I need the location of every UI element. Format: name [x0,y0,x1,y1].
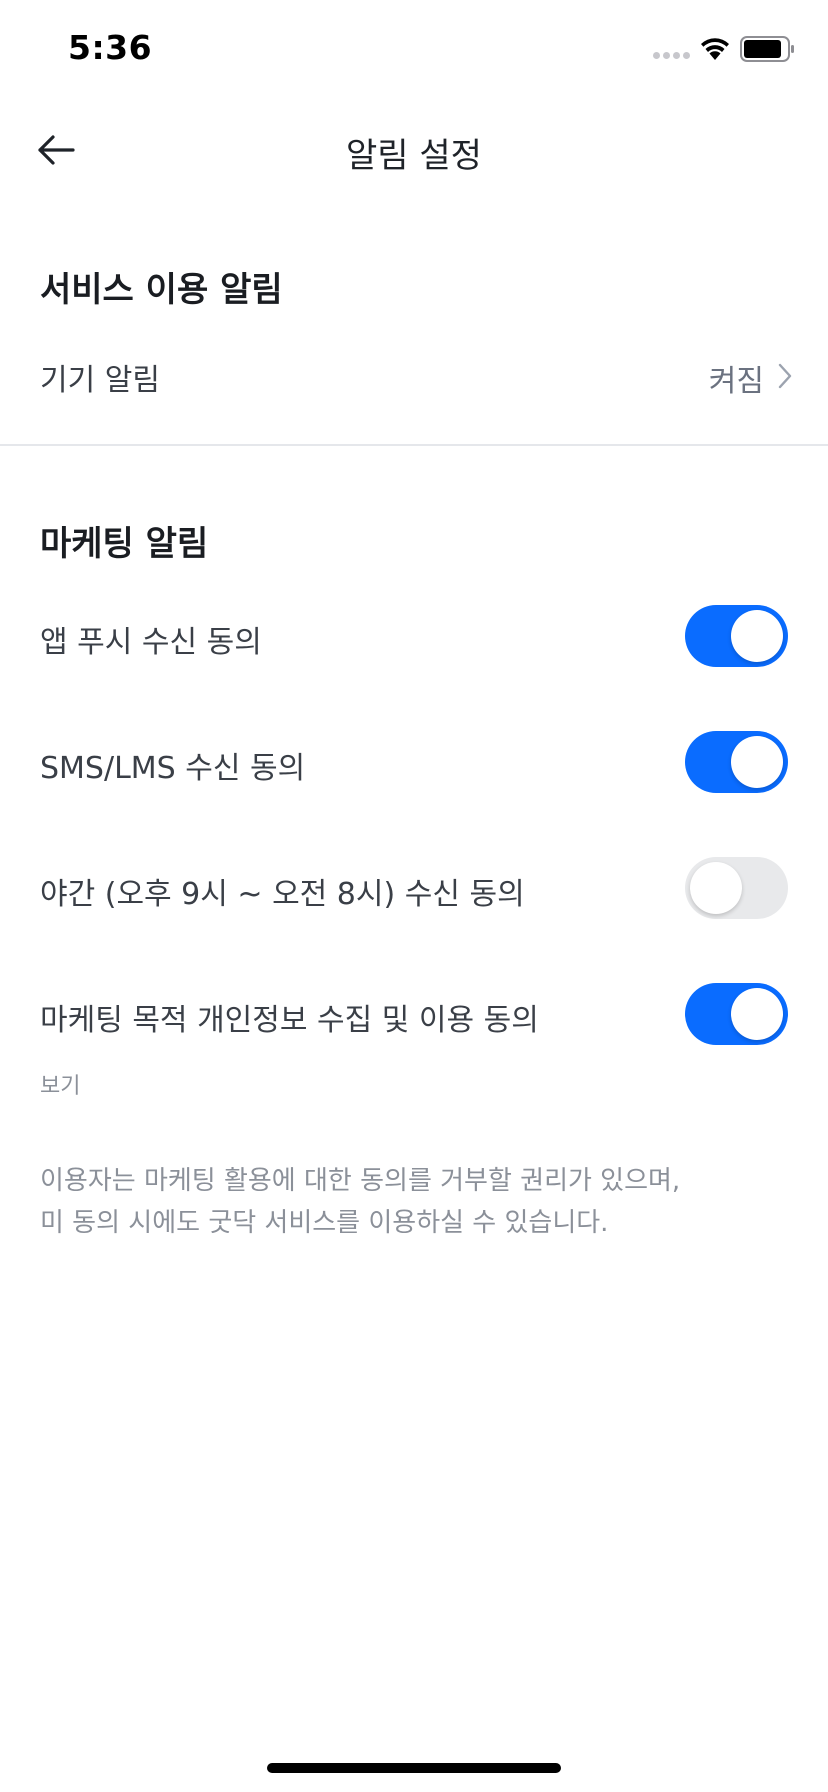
night-consent-toggle[interactable] [685,857,788,919]
toggle-knob [731,988,783,1040]
battery-icon [740,36,796,66]
status-time: 5:36 [68,28,153,67]
app-push-consent-toggle[interactable] [685,605,788,667]
wifi-icon [698,35,732,65]
page-title: 알림 설정 [346,136,482,176]
marketing-section-title: 마케팅 알림 [40,524,209,564]
toggle-knob [731,736,783,788]
sms-lms-consent-label: SMS/LMS 수신 동의 [40,751,306,786]
device-notification-button[interactable]: 켜짐 [709,356,792,400]
view-terms-link[interactable]: 보기 [40,1068,80,1100]
nav-bar: 알림 설정 [0,100,828,204]
toggle-knob [731,610,783,662]
notice-line-1: 이용자는 마케팅 활용에 대한 동의를 거부할 권리가 있으며, [40,1166,681,1196]
signal-icon [653,52,690,59]
device-notification-label[interactable]: 기기 알림 [40,355,160,399]
consent-notice: 이용자는 마케팅 활용에 대한 동의를 거부할 권리가 있으며, 미 동의 시에… [40,1160,800,1244]
device-notification-value: 켜짐 [708,364,764,399]
toggle-knob [690,862,742,914]
service-section-title: 서비스 이용 알림 [40,270,283,310]
section-divider [0,444,828,446]
sms-lms-consent-toggle[interactable] [685,731,788,793]
status-bar: 5:36 [0,0,828,100]
home-indicator [267,1763,561,1773]
personal-info-consent-label: 마케팅 목적 개인정보 수집 및 이용 동의 [40,1003,539,1038]
chevron-right-icon [778,363,792,393]
night-consent-label: 야간 (오후 9시 ~ 오전 8시) 수신 동의 [40,877,525,912]
personal-info-consent-toggle[interactable] [685,983,788,1045]
notice-line-2: 미 동의 시에도 굿닥 서비스를 이용하실 수 있습니다. [40,1208,609,1238]
app-push-consent-label: 앱 푸시 수신 동의 [40,625,262,660]
